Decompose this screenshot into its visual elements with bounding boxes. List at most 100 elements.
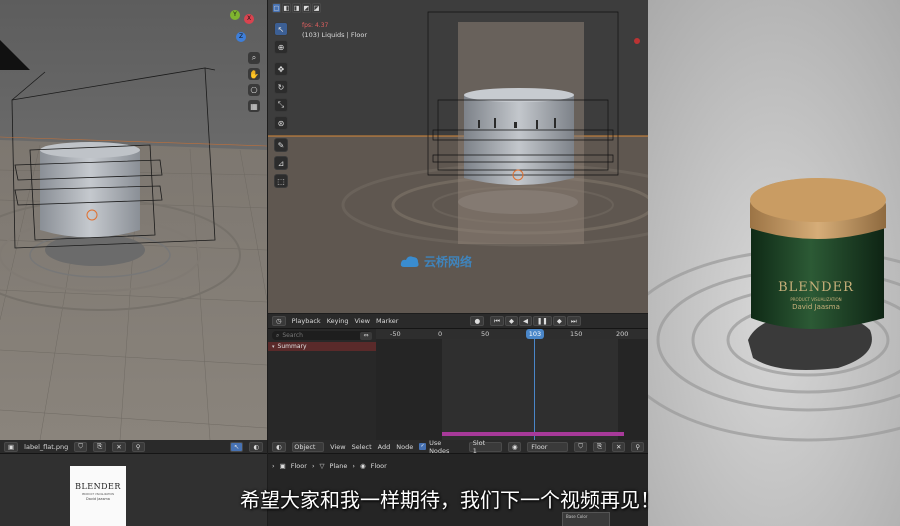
material-name-field[interactable]: Floor bbox=[527, 441, 569, 452]
timeline-menu-playback[interactable]: Playback bbox=[292, 317, 321, 325]
node-menu-add[interactable]: Add bbox=[378, 443, 391, 451]
tick-50: 50 bbox=[481, 330, 490, 338]
material-icon: ◉ bbox=[359, 462, 366, 470]
video-subtitle: 希望大家和我一样期待，我们下一个视频再见！ bbox=[240, 488, 660, 512]
center-viewport[interactable]: fps: 4.37 (103) Liquids | Floor ▢ ◧ ◨ ◩ … bbox=[268, 0, 648, 313]
pin-icon[interactable]: ⚲ bbox=[131, 441, 145, 452]
channel-region: ⌕ Search ▾ Summary bbox=[268, 329, 376, 440]
zoom-icon[interactable]: ⌕ bbox=[248, 52, 260, 64]
node-menu-view[interactable]: View bbox=[330, 443, 345, 451]
image-name[interactable]: label_flat.png bbox=[24, 443, 68, 451]
render-brand: BLENDER bbox=[778, 280, 854, 295]
search-icon: ⌕ bbox=[276, 331, 280, 339]
gizmo-y-axis[interactable]: Y bbox=[230, 10, 240, 20]
pause-icon[interactable]: ❚❚ bbox=[532, 316, 552, 326]
cursor-tool-icon[interactable]: ⊕ bbox=[274, 40, 288, 54]
render-sub: PRODUCT VISUALIZATION bbox=[790, 297, 842, 302]
jump-end-icon[interactable]: ⏭ bbox=[566, 316, 581, 326]
select-extend-icon[interactable]: ◧ bbox=[282, 3, 291, 13]
keyframe-region[interactable]: -50 0 50 103 150 200 bbox=[376, 329, 648, 440]
image-editor-header: ▣ label_flat.png ⛉ ⎘ ✕ ⚲ ↖ ◐ bbox=[0, 440, 267, 454]
navigation-gizmo[interactable]: X Y Z bbox=[222, 8, 258, 44]
pin-icon[interactable]: ⚲ bbox=[631, 441, 645, 452]
select-mode-buttons: ▢ ◧ ◨ ◩ ◪ bbox=[272, 3, 321, 13]
render-author: David Jaasma bbox=[792, 303, 840, 311]
new-image-icon[interactable]: ⎘ bbox=[93, 441, 107, 452]
select-subtract-icon[interactable]: ◨ bbox=[292, 3, 301, 13]
frame-range-region bbox=[442, 339, 618, 440]
record-icon[interactable]: ● bbox=[470, 316, 485, 326]
add-cube-icon[interactable]: ⬚ bbox=[274, 174, 288, 188]
display-channels-icon[interactable]: ◐ bbox=[249, 441, 263, 452]
shader-node[interactable]: Base Color bbox=[562, 512, 610, 526]
node-menu-select[interactable]: Select bbox=[352, 443, 372, 451]
summary-channel[interactable]: ▾ Summary bbox=[268, 342, 376, 351]
mesh-icon: ▽ bbox=[319, 462, 325, 470]
select-tool-icon[interactable]: ↖ bbox=[274, 22, 288, 36]
next-keyframe-icon[interactable]: ◆ bbox=[552, 316, 566, 326]
expand-icon[interactable]: ▾ bbox=[272, 344, 275, 350]
use-nodes-checkbox[interactable]: ✓ bbox=[419, 443, 427, 450]
slot-dropdown[interactable]: Slot 1 bbox=[468, 440, 502, 455]
timeline-header: ◷ Playback Keying View Marker ● ⏮ ◆ ◀ ❚❚… bbox=[268, 314, 648, 329]
close-icon[interactable]: ✕ bbox=[112, 441, 126, 452]
select-intersect-icon[interactable]: ◪ bbox=[312, 3, 321, 13]
toolbar: ↖ ⊕ ✥ ↻ ⤡ ⊛ ✎ ⊿ ⬚ bbox=[274, 22, 288, 188]
timeline-menu-marker[interactable]: Marker bbox=[376, 317, 398, 325]
material-sphere-icon[interactable]: ◉ bbox=[507, 441, 522, 452]
breadcrumb-mesh: Plane bbox=[329, 462, 348, 470]
scale-tool-icon[interactable]: ⤡ bbox=[274, 98, 288, 112]
summary-label: Summary bbox=[277, 343, 307, 350]
breadcrumb-separator-icon: › bbox=[352, 462, 355, 470]
fake-user-shield-icon[interactable]: ⛉ bbox=[574, 441, 587, 452]
node-editor-type-icon[interactable]: ◐ bbox=[272, 441, 286, 452]
left-viewport[interactable]: X Y Z ⌕ ✋ ⎔ ▦ bbox=[0, 0, 267, 440]
shield-icon[interactable]: ⛉ bbox=[74, 441, 88, 452]
select-box-icon[interactable]: ▢ bbox=[272, 3, 281, 13]
node-editor-header: ◐ Object View Select Add Node ✓ Use Node… bbox=[268, 440, 648, 455]
switch-icon[interactable]: ⇔ bbox=[360, 332, 372, 340]
left-viewport-scene bbox=[0, 0, 267, 440]
cursor-tool-icon[interactable]: ↖ bbox=[229, 441, 244, 452]
annotate-tool-icon[interactable]: ✎ bbox=[274, 138, 288, 152]
object-info: (103) Liquids | Floor bbox=[302, 31, 368, 39]
gizmo-x-axis[interactable]: X bbox=[244, 14, 254, 24]
unlink-material-icon[interactable]: ✕ bbox=[612, 441, 626, 452]
camera-icon[interactable]: ⎔ bbox=[248, 84, 260, 96]
move-tool-icon[interactable]: ✥ bbox=[274, 62, 288, 76]
duplicate-material-icon[interactable]: ⎘ bbox=[593, 441, 607, 452]
node-menu-node[interactable]: Node bbox=[396, 443, 413, 451]
object-mode-dropdown[interactable]: Object bbox=[291, 441, 325, 452]
object-info-overlay: fps: 4.37 (103) Liquids | Floor bbox=[302, 22, 367, 39]
timeline-editor[interactable]: ◷ Playback Keying View Marker ● ⏮ ◆ ◀ ❚❚… bbox=[268, 314, 648, 440]
play-reverse-icon[interactable]: ◀ bbox=[518, 316, 532, 326]
grid-view-icon[interactable]: ▦ bbox=[248, 100, 260, 112]
playback-controls: ⏮ ◆ ◀ ❚❚ ◆ ⏭ bbox=[490, 316, 581, 326]
node-editor[interactable]: ◐ Object View Select Add Node ✓ Use Node… bbox=[268, 440, 648, 526]
frame-ruler[interactable] bbox=[376, 329, 648, 339]
tick-0: 0 bbox=[438, 330, 443, 338]
object-mode-label: Object bbox=[294, 442, 316, 451]
render-image bbox=[648, 0, 900, 526]
playhead-line[interactable] bbox=[534, 339, 535, 440]
timeline-menu-view[interactable]: View bbox=[355, 317, 370, 325]
image-editor-icon[interactable]: ▣ bbox=[4, 441, 19, 452]
gizmo-z-axis[interactable]: Z bbox=[236, 32, 246, 42]
tick-minus50: -50 bbox=[390, 330, 401, 338]
keyframe-range-bar bbox=[442, 432, 624, 436]
search-placeholder: Search bbox=[282, 332, 303, 339]
jump-start-icon[interactable]: ⏮ bbox=[490, 316, 504, 326]
prev-keyframe-icon[interactable]: ◆ bbox=[504, 316, 518, 326]
editor-type-icon[interactable]: ◷ bbox=[272, 316, 286, 326]
current-frame-marker[interactable]: 103 bbox=[526, 329, 544, 339]
rotate-tool-icon[interactable]: ↻ bbox=[274, 80, 288, 94]
image-editor[interactable]: ▣ label_flat.png ⛉ ⎘ ✕ ⚲ ↖ ◐ BLENDER PRO… bbox=[0, 440, 267, 526]
render-label: BLENDER PRODUCT VISUALIZATION David Jaas… bbox=[766, 280, 866, 311]
transform-tool-icon[interactable]: ⊛ bbox=[274, 116, 288, 130]
pan-hand-icon[interactable]: ✋ bbox=[248, 68, 260, 80]
node-socket-label: Base Color bbox=[566, 514, 588, 519]
select-invert-icon[interactable]: ◩ bbox=[302, 3, 311, 13]
timeline-menu-keying[interactable]: Keying bbox=[327, 317, 349, 325]
search-input[interactable]: ⌕ Search bbox=[272, 331, 372, 340]
measure-tool-icon[interactable]: ⊿ bbox=[274, 156, 288, 170]
